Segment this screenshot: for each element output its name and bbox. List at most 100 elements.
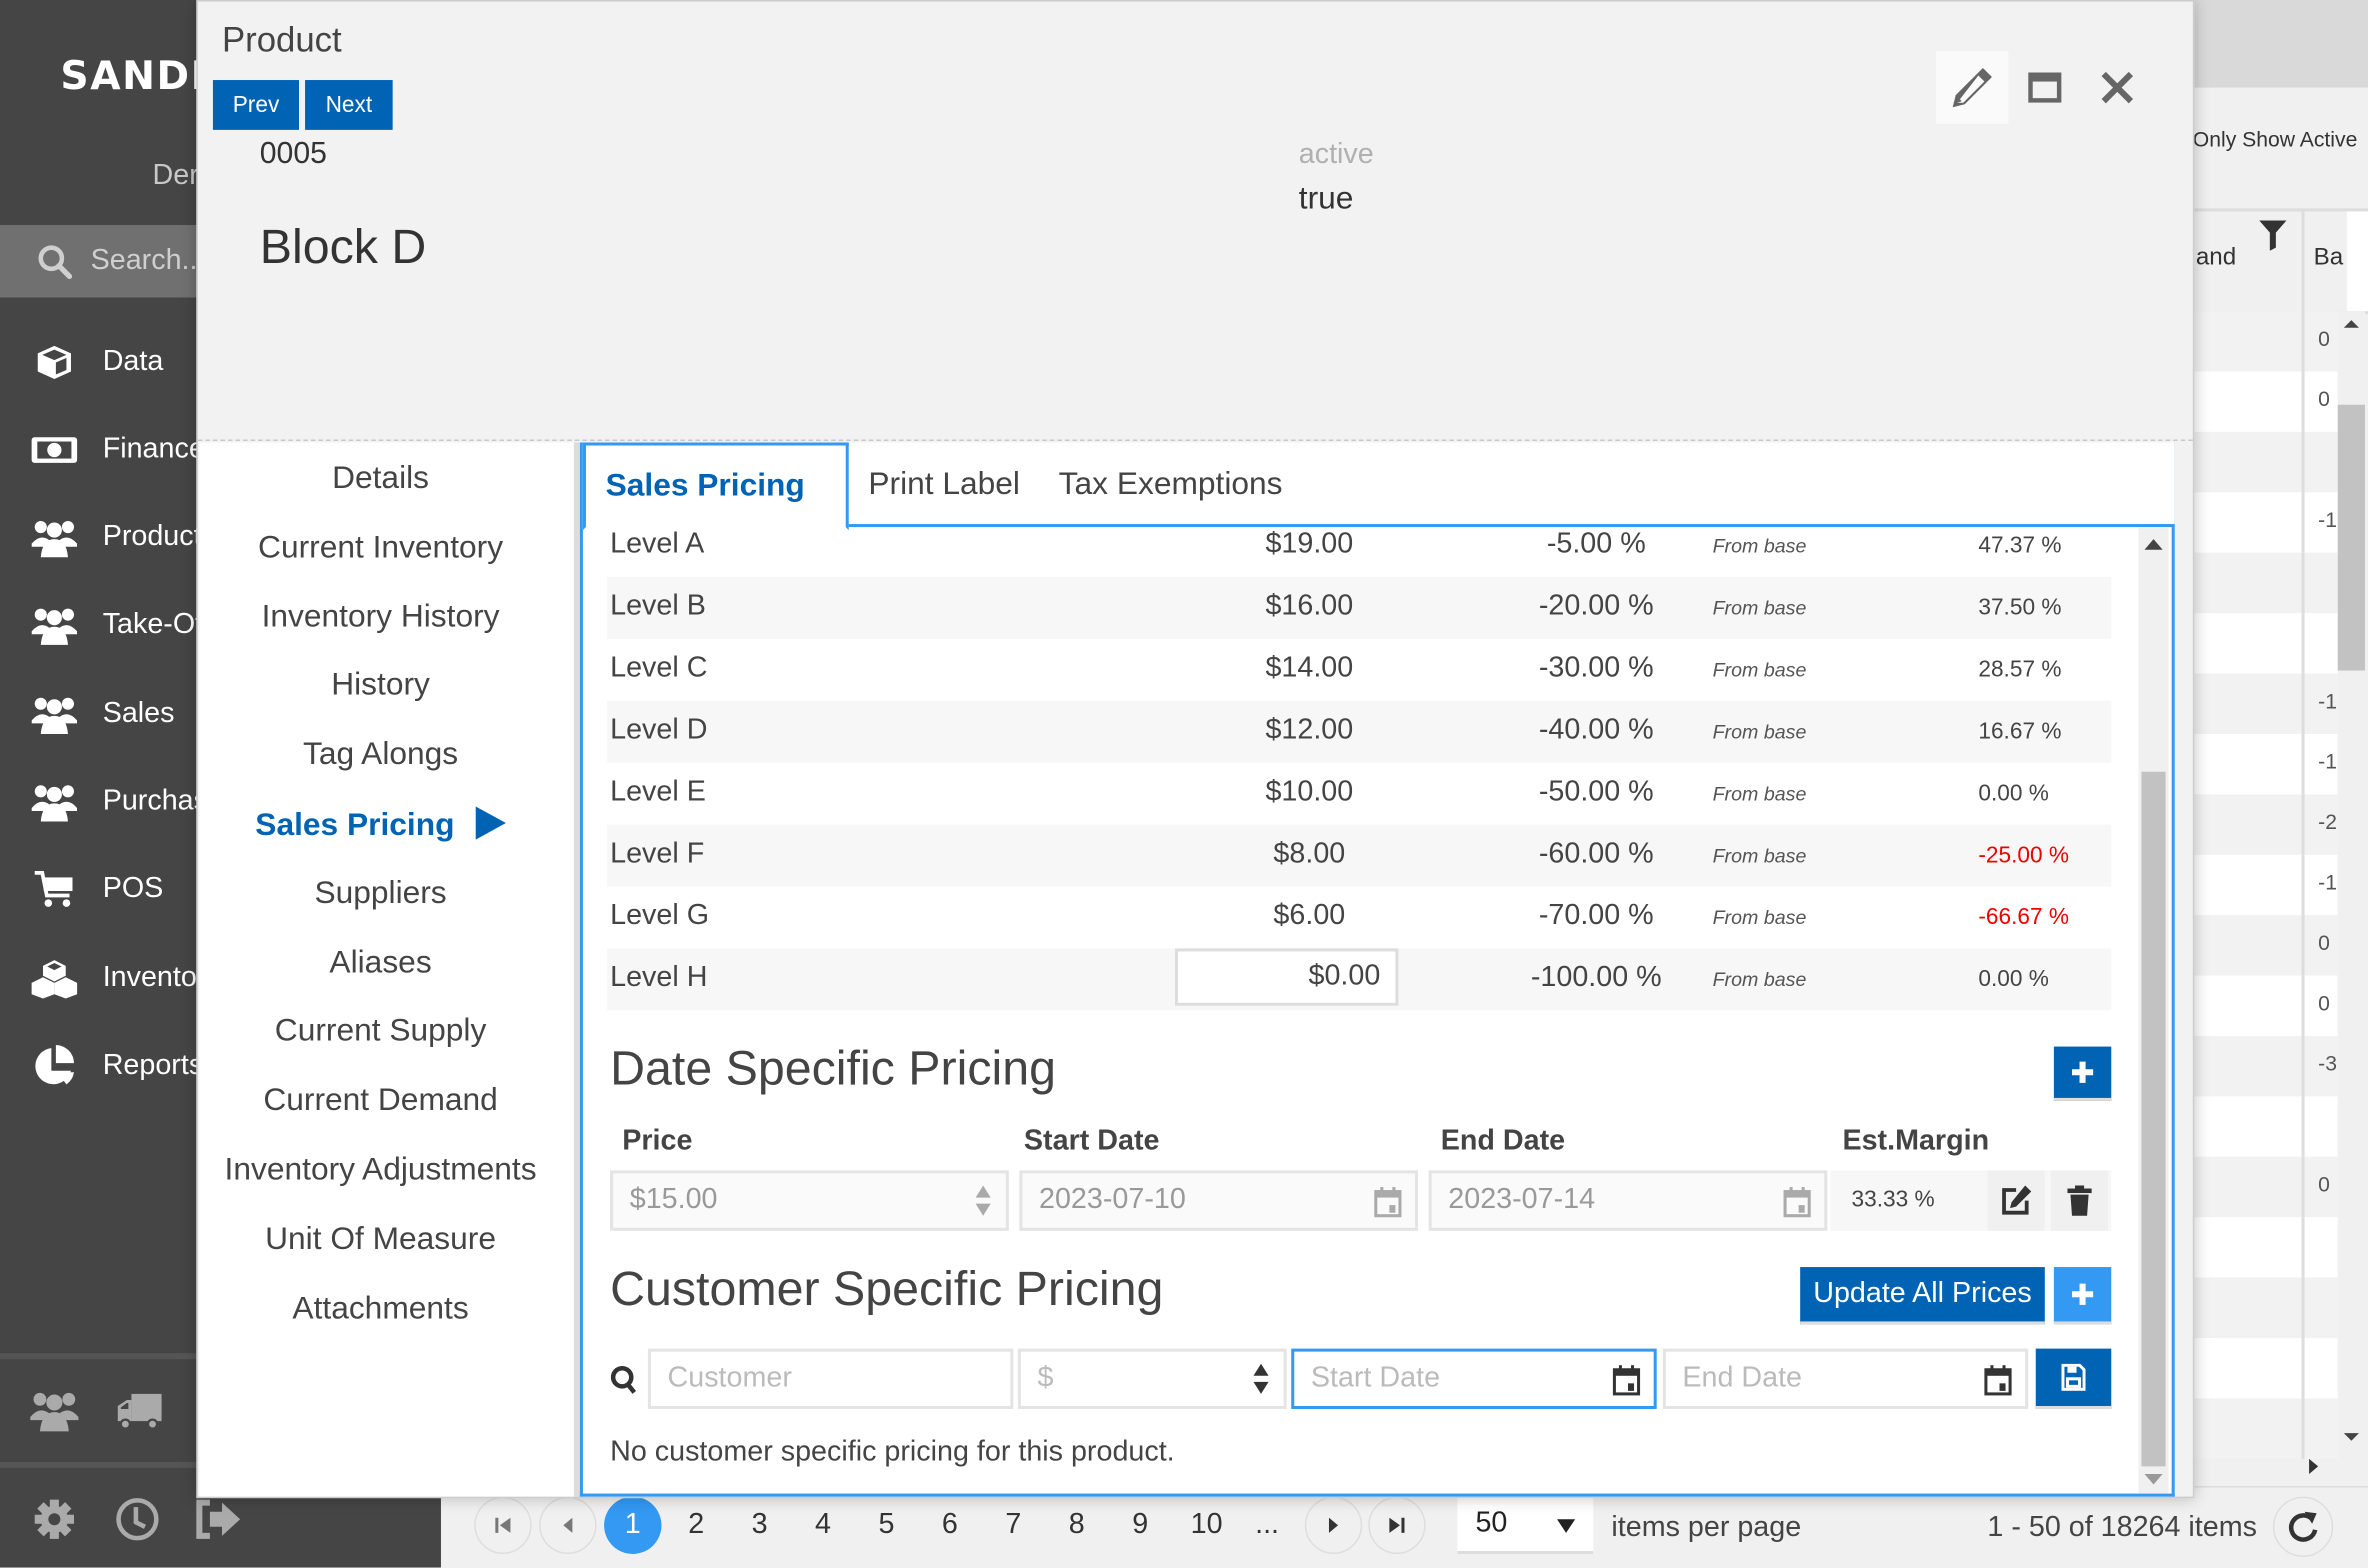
price-level-row[interactable]: Level F $8.00 -60.00 % From base -25.00 % <box>607 824 2112 887</box>
scroll-thumb[interactable] <box>2141 771 2166 1467</box>
product-nav-current-supply[interactable]: Current Supply <box>199 1014 561 1050</box>
tab-print-label[interactable]: Print Label <box>849 442 1040 527</box>
page-1-button[interactable]: 1 <box>604 1496 662 1554</box>
only-show-active-filter[interactable]: Only Show Active <box>2193 127 2358 151</box>
price-level-row[interactable]: Level C $14.00 -30.00 % From base 28.57 % <box>607 639 2111 701</box>
grid-row[interactable]: 0 <box>2192 371 2338 432</box>
product-nav-suppliers[interactable]: Suppliers <box>199 876 561 912</box>
grid-row[interactable]: -1 <box>2192 854 2338 916</box>
date-price-input[interactable]: $15.00 <box>610 1170 1009 1231</box>
grid-row[interactable]: -1 <box>2192 673 2338 734</box>
product-nav-inventory-adjustments[interactable]: Inventory Adjustments <box>199 1152 561 1188</box>
spinner-icon[interactable] <box>1253 1363 1269 1397</box>
add-date-price-button[interactable] <box>2053 1046 2112 1101</box>
product-nav-sales-pricing[interactable]: Sales Pricing <box>199 806 561 844</box>
grid-row[interactable] <box>2192 552 2338 614</box>
date-start-input[interactable]: 2023-07-10 <box>1019 1170 1419 1231</box>
grid-row[interactable]: 0 <box>2192 311 2338 372</box>
product-nav-history[interactable]: History <box>199 668 561 704</box>
next-page-button[interactable] <box>1304 1496 1363 1554</box>
gear-icon[interactable] <box>27 1492 81 1546</box>
product-nav-current-inventory[interactable]: Current Inventory <box>199 530 561 566</box>
tab-tax-exemptions[interactable]: Tax Exemptions <box>1039 442 1302 527</box>
scroll-up-icon[interactable] <box>2144 539 2163 550</box>
grid-column-header[interactable]: Ba <box>2314 245 2344 272</box>
product-nav-inventory-history[interactable]: Inventory History <box>199 599 561 635</box>
refresh-button[interactable] <box>2272 1496 2334 1558</box>
clock-icon[interactable] <box>110 1492 164 1546</box>
filter-icon[interactable] <box>2259 220 2287 251</box>
price-level-row[interactable]: Level G $6.00 -70.00 % From base -66.67 % <box>607 886 2111 948</box>
next-button[interactable]: Next <box>305 80 393 130</box>
edit-date-price-button[interactable] <box>1987 1170 2045 1231</box>
grid-row[interactable]: -1 <box>2192 733 2338 795</box>
price-level-row[interactable]: Level A $19.00 -5.00 % From base 47.37 % <box>607 527 2111 577</box>
calendar-icon[interactable] <box>1611 1364 1641 1397</box>
page-10-button[interactable]: 10 <box>1178 1497 1235 1554</box>
calendar-icon[interactable] <box>1983 1364 2013 1397</box>
grid-row[interactable] <box>2192 1096 2338 1157</box>
grid-row[interactable]: -1 <box>2192 492 2338 553</box>
save-customer-price-button[interactable] <box>2035 1348 2112 1410</box>
product-nav-details[interactable]: Details <box>199 461 561 497</box>
calendar-icon[interactable] <box>1373 1186 1403 1219</box>
page-2-button[interactable]: 2 <box>668 1497 725 1554</box>
update-all-prices-button[interactable]: Update All Prices <box>1800 1267 2045 1325</box>
grid-row[interactable]: 0 <box>2192 1156 2338 1218</box>
price-level-row[interactable]: Level E $10.00 -50.00 % From base 0.00 % <box>607 763 2111 825</box>
product-nav-attachments[interactable]: Attachments <box>199 1291 561 1327</box>
price-level-row[interactable]: Level B $16.00 -20.00 % From base 37.50 % <box>607 576 2112 639</box>
customer-price-input[interactable]: $ <box>1017 1348 1287 1410</box>
grid-vertical-scrollbar[interactable] <box>2337 311 2365 1453</box>
grid-row[interactable] <box>2192 431 2338 493</box>
product-nav-current-demand[interactable]: Current Demand <box>199 1083 561 1119</box>
close-button[interactable] <box>2081 51 2153 123</box>
spinner-icon[interactable] <box>975 1185 991 1219</box>
grid-row[interactable] <box>2192 1277 2338 1339</box>
grid-row[interactable]: 0 <box>2192 975 2338 1036</box>
prev-page-button[interactable] <box>539 1496 597 1554</box>
product-nav-aliases[interactable]: Aliases <box>199 945 561 981</box>
customer-start-date-input[interactable]: Start Date <box>1291 1348 1657 1410</box>
date-end-input[interactable]: 2023-07-14 <box>1428 1170 1828 1231</box>
maximize-button[interactable] <box>2009 51 2081 123</box>
scroll-down-icon[interactable] <box>2144 1473 2163 1485</box>
price-level-row[interactable]: Level H -100.00 % From base 0.00 % <box>607 948 2112 1011</box>
truck-icon[interactable] <box>112 1383 166 1437</box>
calendar-icon[interactable] <box>1782 1186 1812 1219</box>
prev-button[interactable]: Prev <box>212 80 300 130</box>
page-6-button[interactable]: 6 <box>921 1497 978 1554</box>
page-5-button[interactable]: 5 <box>858 1497 915 1554</box>
grid-row[interactable]: -3 <box>2192 1035 2338 1097</box>
grid-row[interactable] <box>2192 1398 2338 1459</box>
tab-sales-pricing[interactable]: Sales Pricing <box>582 442 849 531</box>
page-size-select[interactable]: 50 <box>1457 1496 1594 1554</box>
customer-end-date-input[interactable]: End Date <box>1662 1348 2029 1410</box>
product-nav-unit-of-measure[interactable]: Unit Of Measure <box>199 1221 561 1257</box>
page-9-button[interactable]: 9 <box>1112 1497 1169 1554</box>
customer-input[interactable]: Customer <box>647 1348 1014 1410</box>
grid-row[interactable] <box>2192 1217 2338 1278</box>
scroll-right-icon[interactable] <box>2309 1458 2319 1474</box>
page-3-button[interactable]: 3 <box>731 1497 788 1554</box>
product-nav-tag-alongs[interactable]: Tag Alongs <box>199 737 561 773</box>
last-page-button[interactable] <box>1368 1496 1426 1554</box>
grid-row[interactable]: -2 <box>2192 794 2338 855</box>
grid-row[interactable] <box>2192 613 2338 674</box>
price-level-input[interactable] <box>1174 948 1399 1006</box>
scroll-down-icon[interactable] <box>2343 1433 2359 1441</box>
grid-row[interactable]: 0 <box>2192 915 2338 976</box>
grid-row[interactable] <box>2192 1338 2338 1399</box>
scroll-up-icon[interactable] <box>2343 320 2359 328</box>
scroll-thumb[interactable] <box>2337 404 2365 671</box>
sign-out-icon[interactable] <box>192 1492 246 1546</box>
price-level-row[interactable]: Level D $12.00 -40.00 % From base 16.67 % <box>607 700 2112 763</box>
grid-column-header[interactable]: and <box>2196 245 2236 272</box>
page-7-button[interactable]: 7 <box>985 1497 1042 1554</box>
add-customer-price-button[interactable] <box>2053 1267 2112 1325</box>
users-icon[interactable] <box>27 1383 81 1437</box>
first-page-button[interactable] <box>474 1496 532 1554</box>
page-8-button[interactable]: 8 <box>1048 1497 1105 1554</box>
panel-vertical-scrollbar[interactable] <box>2138 527 2169 1494</box>
more-pages-button[interactable]: ... <box>1238 1497 1295 1554</box>
